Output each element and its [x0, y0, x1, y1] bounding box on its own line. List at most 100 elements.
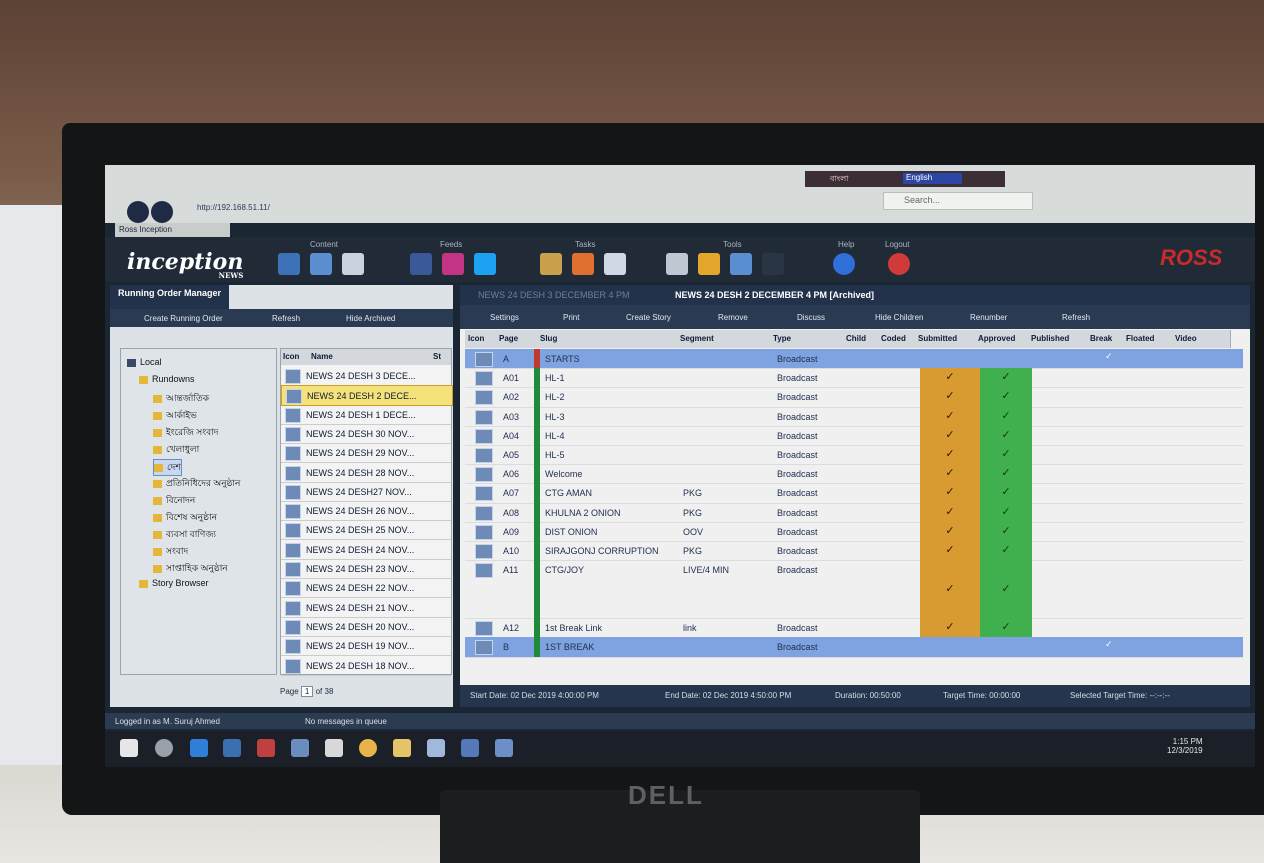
system-clock[interactable]: 1:15 PM 12/3/2019 [1167, 737, 1203, 755]
help-icon[interactable] [833, 253, 855, 275]
list-item[interactable]: NEWS 24 DESH 21 NOV... [281, 598, 451, 618]
tree-item[interactable]: প্রতিনিধিদের অনুষ্ঠান [153, 476, 240, 491]
column-header[interactable]: Submitted [915, 330, 976, 348]
file-explorer-icon[interactable] [393, 739, 411, 757]
tree-item[interactable]: বিশেষ অনুষ্ঠান [153, 510, 217, 525]
facebook-icon[interactable] [410, 253, 432, 275]
list-item[interactable]: NEWS 24 DESH 30 NOV... [281, 424, 451, 444]
list-item[interactable]: NEWS 24 DESH 18 NOV... [281, 656, 451, 676]
list-item[interactable]: NEWS 24 DESH 1 DECE... [281, 405, 451, 425]
list-item[interactable]: NEWS 24 DESH 23 NOV... [281, 559, 451, 579]
language-english[interactable]: English [903, 173, 962, 184]
stories-icon[interactable] [310, 253, 332, 275]
instagram-icon[interactable] [442, 253, 464, 275]
app-icon[interactable] [461, 739, 479, 757]
column-header[interactable]: Video [1172, 330, 1231, 348]
column-header[interactable]: Icon [465, 330, 497, 348]
mail-icon[interactable] [325, 739, 343, 757]
rundown-icon[interactable] [278, 253, 300, 275]
forward-button[interactable] [151, 201, 173, 223]
list-item[interactable]: NEWS 24 DESH 29 NOV... [281, 443, 451, 464]
column-header[interactable]: Slug [537, 330, 678, 348]
column-header[interactable]: Floated [1123, 330, 1173, 348]
key-icon[interactable] [698, 253, 720, 275]
story-row[interactable]: A01 HL-1 Broadcast ✓ ✓ [465, 368, 1243, 389]
create-story-button[interactable]: Create Story [626, 313, 671, 322]
language-bar[interactable]: বাংলা English [805, 171, 1005, 187]
list-item[interactable]: NEWS 24 DESH 25 NOV... [281, 520, 451, 541]
column-header[interactable]: Type [770, 330, 844, 348]
refresh-rundown-button[interactable]: Refresh [1062, 313, 1090, 322]
app-icon[interactable] [223, 739, 241, 757]
story-row[interactable]: A05 HL-5 Broadcast ✓ ✓ [465, 445, 1243, 466]
tab-rundown-active[interactable]: NEWS 24 DESH 2 DECEMBER 4 PM [Archived] [675, 290, 874, 300]
tree-item[interactable]: আন্তর্জাতিক [153, 391, 209, 406]
page-input[interactable]: 1 [300, 686, 314, 697]
column-header[interactable]: Published [1028, 330, 1088, 348]
list-item[interactable]: NEWS 24 DESH 22 NOV... [281, 578, 451, 599]
column-header[interactable]: Child [843, 330, 879, 348]
chat-icon[interactable] [604, 253, 626, 275]
tree-rundowns[interactable]: Rundowns [139, 374, 195, 384]
back-button[interactable] [127, 201, 149, 223]
break-header-row[interactable]: A STARTS Broadcast ✓ [465, 349, 1243, 370]
break-header-row[interactable]: B 1ST BREAK Broadcast ✓ [465, 637, 1243, 658]
twitter-icon[interactable] [474, 253, 496, 275]
app-icon[interactable] [427, 739, 445, 757]
column-header[interactable]: Page [496, 330, 538, 348]
tree-item[interactable]: খেলাধুলা [153, 442, 199, 457]
list-item[interactable]: NEWS 24 DESH 24 NOV... [281, 540, 451, 560]
refresh-button[interactable]: Refresh [272, 314, 300, 323]
list-item[interactable]: NEWS 24 DESH 20 NOV... [281, 617, 451, 637]
column-header[interactable]: Segment [677, 330, 771, 348]
hide-archived-button[interactable]: Hide Archived [346, 314, 395, 323]
story-row[interactable]: A06 Welcome Broadcast ✓ ✓ [465, 464, 1243, 485]
story-row[interactable]: A10 SIRAJGONJ CORRUPTION PKG Broadcast ✓ ✓ [465, 541, 1243, 562]
story-row[interactable]: A12 1st Break Link link Broadcast ✓ ✓ [465, 618, 1243, 639]
hide-children-button[interactable]: Hide Children [875, 313, 923, 322]
windows-icon[interactable] [730, 253, 752, 275]
story-row[interactable]: A08 KHULNA 2 ONION PKG Broadcast ✓ ✓ [465, 502, 1243, 523]
story-row[interactable]: A03 HL-3 Broadcast ✓ ✓ [465, 406, 1243, 427]
tree-item[interactable]: সংবাদ [153, 544, 188, 559]
document-icon[interactable] [342, 253, 364, 275]
tree-item[interactable]: সাপ্তাহিক অনুষ্ঠান [153, 561, 228, 576]
tree-story-browser[interactable]: Story Browser [139, 578, 209, 588]
search-icon[interactable] [155, 739, 173, 757]
edge-icon[interactable] [190, 739, 208, 757]
print-button[interactable]: Print [563, 313, 579, 322]
column-header[interactable]: Approved [975, 330, 1029, 348]
app-icon[interactable] [257, 739, 275, 757]
app-icon[interactable] [291, 739, 309, 757]
list-item[interactable]: NEWS 24 DESH 28 NOV... [281, 463, 451, 483]
assignments-icon[interactable] [572, 253, 594, 275]
app-icon[interactable] [495, 739, 513, 757]
story-row[interactable]: A09 DIST ONION OOV Broadcast ✓ ✓ [465, 521, 1243, 542]
language-bengali[interactable]: বাংলা [830, 173, 849, 186]
tree-local[interactable]: Local [127, 357, 162, 367]
tree-item[interactable]: ব্যবসা বাণিজ্য [153, 527, 216, 542]
browser-tab[interactable]: Ross Inception [115, 223, 230, 237]
column-header[interactable]: Coded [878, 330, 916, 348]
story-row[interactable]: A02 HL-2 Broadcast ✓ ✓ [465, 387, 1243, 408]
tree-item[interactable]: বিনোদন [153, 493, 195, 508]
calendar-icon[interactable] [540, 253, 562, 275]
story-row[interactable]: A07 CTG AMAN PKG Broadcast ✓ ✓ [465, 483, 1243, 504]
list-item[interactable]: NEWS 24 DESH 19 NOV... [281, 636, 451, 657]
settings-button[interactable]: Settings [490, 313, 519, 322]
remove-button[interactable]: Remove [718, 313, 748, 322]
logout-icon[interactable] [888, 253, 910, 275]
tree-item-selected[interactable]: দেশ [153, 459, 182, 476]
search-input[interactable]: Search... [883, 192, 1033, 210]
tab-rundown-inactive[interactable]: NEWS 24 DESH 3 DECEMBER 4 PM [478, 290, 630, 300]
list-item[interactable]: NEWS 24 DESH27 NOV... [281, 482, 451, 502]
story-row[interactable]: A04 HL-4 Broadcast ✓ ✓ [465, 425, 1243, 446]
story-row[interactable]: A11 CTG/JOY LIVE/4 MIN Broadcast ✓ ✓ [465, 560, 1243, 620]
gear-icon[interactable] [666, 253, 688, 275]
signature-icon[interactable] [762, 253, 784, 275]
list-item[interactable]: NEWS 24 DESH 26 NOV... [281, 501, 451, 522]
discuss-button[interactable]: Discuss [797, 313, 825, 322]
create-running-order-button[interactable]: Create Running Order [144, 314, 223, 323]
tree-item[interactable]: ইংরেজি সংবাদ [153, 425, 218, 440]
renumber-button[interactable]: Renumber [970, 313, 1007, 322]
